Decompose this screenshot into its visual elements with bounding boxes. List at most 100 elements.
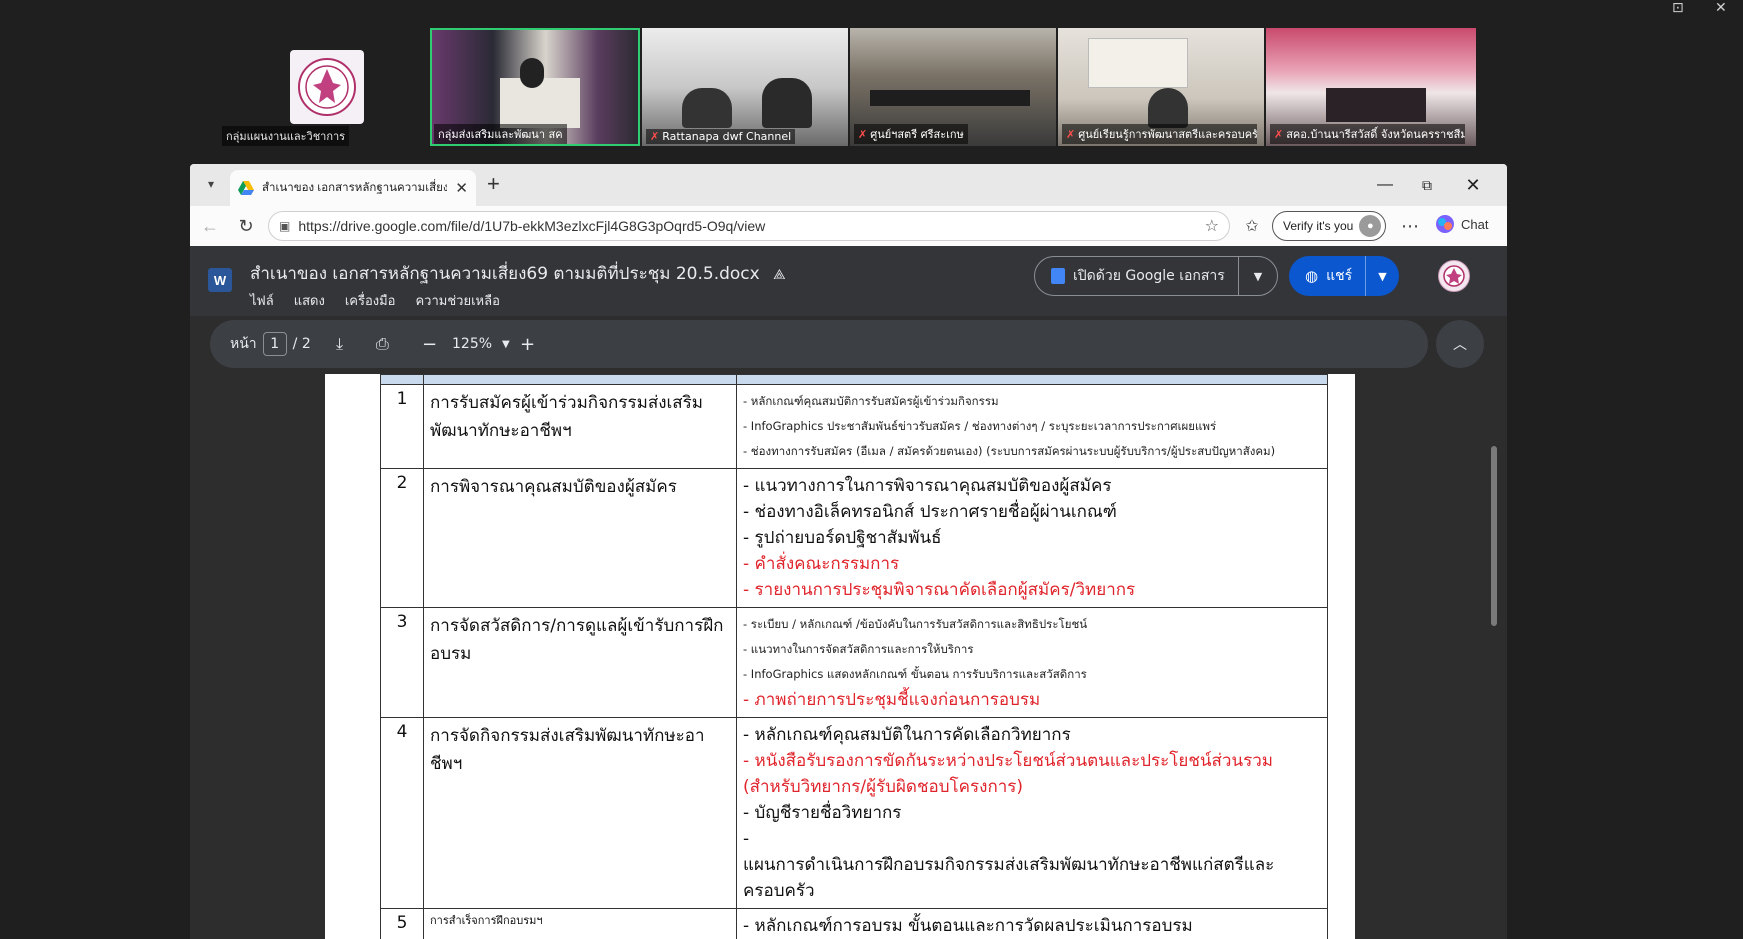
close-meeting-icon[interactable]: ✕ — [1715, 0, 1727, 16]
evidence-item: - รายงานการประชุมพิจารณาคัดเลือกผู้สมัคร… — [743, 580, 1136, 600]
video-tile-1[interactable]: กลุ่มส่งเสริมและพัฒนา สค — [430, 28, 640, 146]
table-row: 1 การรับสมัครผู้เข้าร่วมกิจกรรมส่งเสริมพั… — [380, 384, 1328, 469]
tab-list-chevron-icon[interactable]: ▾ — [198, 171, 224, 197]
evidence-item: - แนวทางการในการพิจารณาคุณสมบัติของผู้สม… — [743, 476, 1112, 496]
zoom-select[interactable]: 125% ▼ — [452, 320, 510, 368]
mic-off-icon: ✗ — [1274, 127, 1284, 141]
account-avatar[interactable] — [1438, 260, 1470, 292]
favorite-star-icon[interactable]: ☆ — [1205, 216, 1219, 236]
menu-file[interactable]: ไฟล์ — [250, 290, 274, 311]
zoom-out-icon[interactable]: − — [422, 320, 437, 368]
close-window-button[interactable]: ✕ — [1458, 172, 1488, 198]
tile-name: กลุ่มส่งเสริมและพัฒนา สค — [434, 124, 567, 144]
row-number: 4 — [380, 717, 424, 909]
video-tile-3[interactable]: ✗ ศูนย์ฯสตรี ศรีสะเกษ — [850, 28, 1056, 146]
google-docs-icon — [1051, 268, 1065, 284]
open-with-label: เปิดด้วย Google เอกสาร — [1073, 268, 1225, 284]
evidence-item: - บัญชีรายชื่อวิทยากร — [743, 803, 902, 823]
menu-view[interactable]: แสดง — [294, 290, 325, 311]
favorites-icon[interactable]: ✩ — [1240, 214, 1264, 238]
google-drive-icon — [238, 181, 254, 195]
document-page: 1 การรับสมัครผู้เข้าร่วมกิจกรรมส่งเสริมพั… — [325, 374, 1355, 939]
organization-caption: กลุ่มแผนงานและวิชาการ — [222, 126, 350, 146]
restore-button[interactable]: ⧉ — [1412, 172, 1442, 198]
profile-avatar-icon: ● — [1359, 215, 1382, 237]
row-number: 1 — [380, 384, 424, 469]
collapse-toolbar-chevron-up-icon[interactable]: ︿ — [1436, 320, 1484, 368]
mic-off-icon: ✗ — [650, 130, 660, 143]
verify-profile-button[interactable]: Verify it's you ● — [1272, 211, 1387, 241]
tab-bar: ▾ สำเนาของ เอกสารหลักฐานความเสี่ยง69 ✕ +… — [190, 164, 1507, 206]
table-row: 4 การจัดกิจกรรมส่งเสริมพัฒนาทักษะอาชีพฯ - … — [380, 717, 1328, 909]
copilot-chat-button[interactable]: Chat — [1435, 214, 1488, 234]
reload-icon[interactable]: ↻ — [234, 214, 258, 238]
evidence-item: - หนังสือรับรองการขัดกันระหว่างประโยชน์ส… — [743, 751, 1273, 797]
share-dropdown-icon[interactable]: ▼ — [1365, 256, 1399, 296]
page-scrollbar[interactable] — [1491, 446, 1497, 626]
chat-label: Chat — [1461, 216, 1489, 232]
evidence-item: - InfoGraphics ประชาสัมพันธ์ข่าวรับสมัคร… — [743, 419, 1217, 433]
browser-window: ▾ สำเนาของ เอกสารหลักฐานความเสี่ยง69 ✕ +… — [190, 164, 1507, 939]
print-icon[interactable]: ⎙ — [376, 320, 389, 368]
mic-off-icon: ✗ — [858, 127, 868, 141]
table-row: 3 การจัดสวัสดิการ/การดูแลผู้เข้ารับการฝึก… — [380, 607, 1328, 718]
drive-viewer: W สำเนาของ เอกสารหลักฐานความเสี่ยง69 ตาม… — [190, 246, 1507, 939]
zoom-dropdown-icon: ▼ — [502, 338, 510, 350]
page-label: หน้า — [230, 336, 257, 352]
evidence-item: - ช่องทางการรับสมัคร (อีเมล / สมัครด้วยต… — [743, 444, 1276, 458]
document-menu: ไฟล์ แสดง เครื่องมือ ความช่วยเหลือ — [250, 290, 500, 311]
add-shortcut-icon[interactable]: ⟁ — [773, 267, 786, 283]
row-evidence-items: - หลักเกณฑ์คุณสมบัติการรับสมัครผู้เข้าร่… — [736, 384, 1328, 469]
evidence-item: - หลักเกณฑ์คุณสมบัติในการคัดเลือกวิทยากร — [743, 725, 1071, 745]
document-title: สำเนาของ เอกสารหลักฐานความเสี่ยง69 ตามมต… — [250, 264, 786, 284]
video-tile-5[interactable]: ✗ สคอ.บ้านนารีสวัสดิ์ จังหวัดนครราชสีมา — [1266, 28, 1476, 146]
url-text: https://drive.google.com/file/d/1U7b-ekk… — [298, 218, 766, 234]
tab-title: สำเนาของ เอกสารหลักฐานความเสี่ยง69 — [262, 182, 448, 194]
share-button[interactable]: ◍ แชร์ ▼ — [1289, 256, 1399, 296]
zoom-value: 125% — [452, 336, 493, 352]
evidence-item: - ภาพถ่ายการประชุมชี้แจงก่อนการอบรม — [743, 690, 1041, 710]
row-evidence-items: - หลักเกณฑ์การอบรม ขั้นตอนและการวัดผลประ… — [736, 908, 1328, 939]
menu-tools[interactable]: เครื่องมือ — [345, 290, 396, 311]
evidence-item: - รูปถ่ายบอร์ดปฐิชาสัมพันธ์ — [743, 528, 942, 548]
back-icon[interactable]: ← — [198, 214, 222, 238]
table-row: 2 การพิจารณาคุณสมบัติของผู้สมัคร - แนวทางก… — [380, 468, 1328, 608]
page-number-input[interactable]: 1 — [262, 332, 287, 356]
zoom-in-icon[interactable]: + — [520, 320, 535, 368]
video-tile-4[interactable]: ✗ ศูนย์เรียนรู้การพัฒนาสตรีและครอบครั... — [1058, 28, 1264, 146]
tab-close-icon[interactable]: ✕ — [455, 179, 468, 197]
open-with-button[interactable]: เปิดด้วย Google เอกสาร ▼ — [1034, 256, 1278, 296]
tile-name: ✗ ศูนย์เรียนรู้การพัฒนาสตรีและครอบครั... — [1062, 124, 1257, 144]
minimize-button[interactable]: — — [1370, 172, 1400, 198]
organization-logo — [290, 50, 364, 124]
menu-help[interactable]: ความช่วยเหลือ — [415, 290, 499, 311]
open-with-dropdown-icon[interactable]: ▼ — [1239, 270, 1277, 283]
url-field[interactable]: ▣ https://drive.google.com/file/d/1U7b-e… — [268, 211, 1230, 241]
share-label: แชร์ — [1326, 268, 1353, 284]
globe-icon: ◍ — [1305, 267, 1319, 285]
download-icon[interactable]: ⤓ — [336, 320, 343, 368]
viewer-toolbar: หน้า 1 / 2 ⤓ ⎙ − 125% ▼ + — [210, 320, 1428, 368]
pin-icon[interactable]: ⊡ — [1672, 0, 1684, 16]
copilot-icon — [1436, 215, 1454, 233]
evidence-item: - คำสั่งคณะกรรมการ — [743, 554, 900, 574]
page-indicator: หน้า 1 / 2 — [230, 320, 311, 368]
row-topic: การจัดกิจกรรมส่งเสริมพัฒนาทักษะอาชีพฯ — [423, 717, 737, 909]
site-info-icon[interactable]: ▣ — [279, 219, 290, 233]
row-topic: การพิจารณาคุณสมบัติของผู้สมัคร — [423, 468, 737, 608]
more-menu-icon[interactable]: ⋯ — [1398, 214, 1422, 238]
verify-label: Verify it's you — [1283, 219, 1354, 233]
evidence-item: แผนการดำเนินการฝึกอบรมกิจกรรมส่งเสริมพัฒ… — [743, 855, 1275, 901]
tile-name: ✗ ศูนย์ฯสตรี ศรีสะเกษ — [854, 124, 968, 144]
word-file-icon: W — [208, 268, 232, 292]
evidence-table: 1 การรับสมัครผู้เข้าร่วมกิจกรรมส่งเสริมพั… — [380, 374, 1328, 939]
evidence-item: - หลักเกณฑ์การอบรม ขั้นตอนและการวัดผลประ… — [743, 916, 1193, 936]
tab-drive-document[interactable]: สำเนาของ เอกสารหลักฐานความเสี่ยง69 ✕ — [230, 170, 476, 206]
new-tab-button[interactable]: + — [487, 172, 500, 196]
row-evidence-items: - ระเบียบ / หลักเกณฑ์ /ข้อบังคับในการรับ… — [736, 607, 1328, 718]
video-tile-2[interactable]: ✗ Rattanapa dwf Channel — [642, 28, 848, 146]
tile-name: ✗ สคอ.บ้านนารีสวัสดิ์ จังหวัดนครราชสีมา — [1270, 124, 1465, 144]
row-evidence-items: - แนวทางการในการพิจารณาคุณสมบัติของผู้สม… — [736, 468, 1328, 608]
row-topic: การรับสมัครผู้เข้าร่วมกิจกรรมส่งเสริมพัฒ… — [423, 384, 737, 469]
row-topic: การสำเร็จการฝึกอบรมฯ — [423, 908, 737, 939]
